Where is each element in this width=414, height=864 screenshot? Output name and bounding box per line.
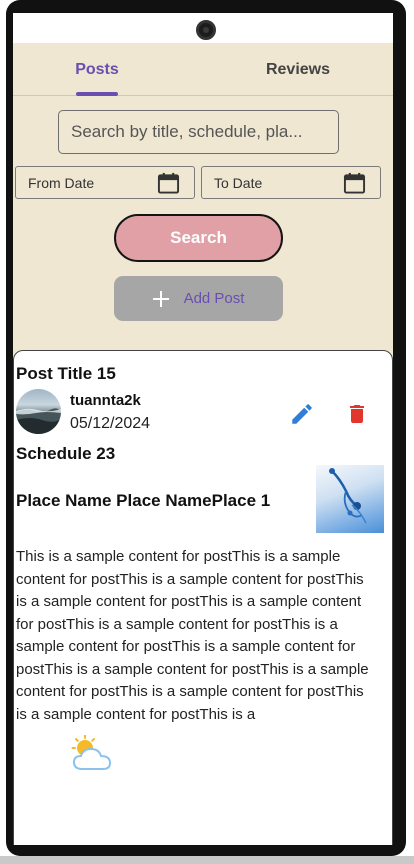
tab-bar: Posts Reviews [13, 43, 393, 96]
from-date-label: From Date [28, 174, 95, 191]
plus-icon [152, 290, 169, 307]
app-content: Posts Reviews From Date To Date [13, 43, 393, 845]
search-button-label: Search [170, 228, 227, 247]
to-date-label: To Date [214, 174, 263, 191]
search-input[interactable] [58, 110, 339, 154]
front-camera [196, 20, 216, 40]
post-card[interactable]: Post Title 15 tuannta2k 05/12/2024 Sched… [13, 350, 393, 845]
pencil-icon[interactable] [289, 401, 315, 427]
calendar-icon[interactable] [343, 171, 366, 195]
to-date-field[interactable]: To Date [201, 166, 381, 199]
schedule-label: Schedule 23 [16, 444, 116, 463]
post-date: 05/12/2024 [70, 415, 151, 432]
search-button[interactable]: Search [114, 214, 283, 262]
add-post-label: Add Post [183, 290, 245, 307]
status-bar [13, 13, 393, 43]
add-post-button[interactable]: Add Post [114, 276, 283, 321]
screen: Posts Reviews From Date To Date [13, 13, 393, 845]
bottom-bar [0, 856, 414, 864]
active-tab-indicator [76, 92, 118, 96]
weather-icon[interactable] [70, 735, 114, 773]
tab-reviews[interactable]: Reviews [203, 43, 393, 96]
post-title: Post Title 15 [16, 364, 116, 383]
post-content: This is a sample content for postThis is… [16, 548, 369, 723]
place-image[interactable] [316, 465, 384, 533]
calendar-icon[interactable] [157, 171, 180, 195]
avatar[interactable] [16, 389, 61, 434]
tab-posts[interactable]: Posts [13, 43, 181, 96]
place-name: Place Name Place NamePlace 1 [16, 491, 271, 510]
trash-icon[interactable] [345, 401, 369, 427]
from-date-field[interactable]: From Date [15, 166, 195, 199]
author-name: tuannta2k [70, 392, 141, 409]
